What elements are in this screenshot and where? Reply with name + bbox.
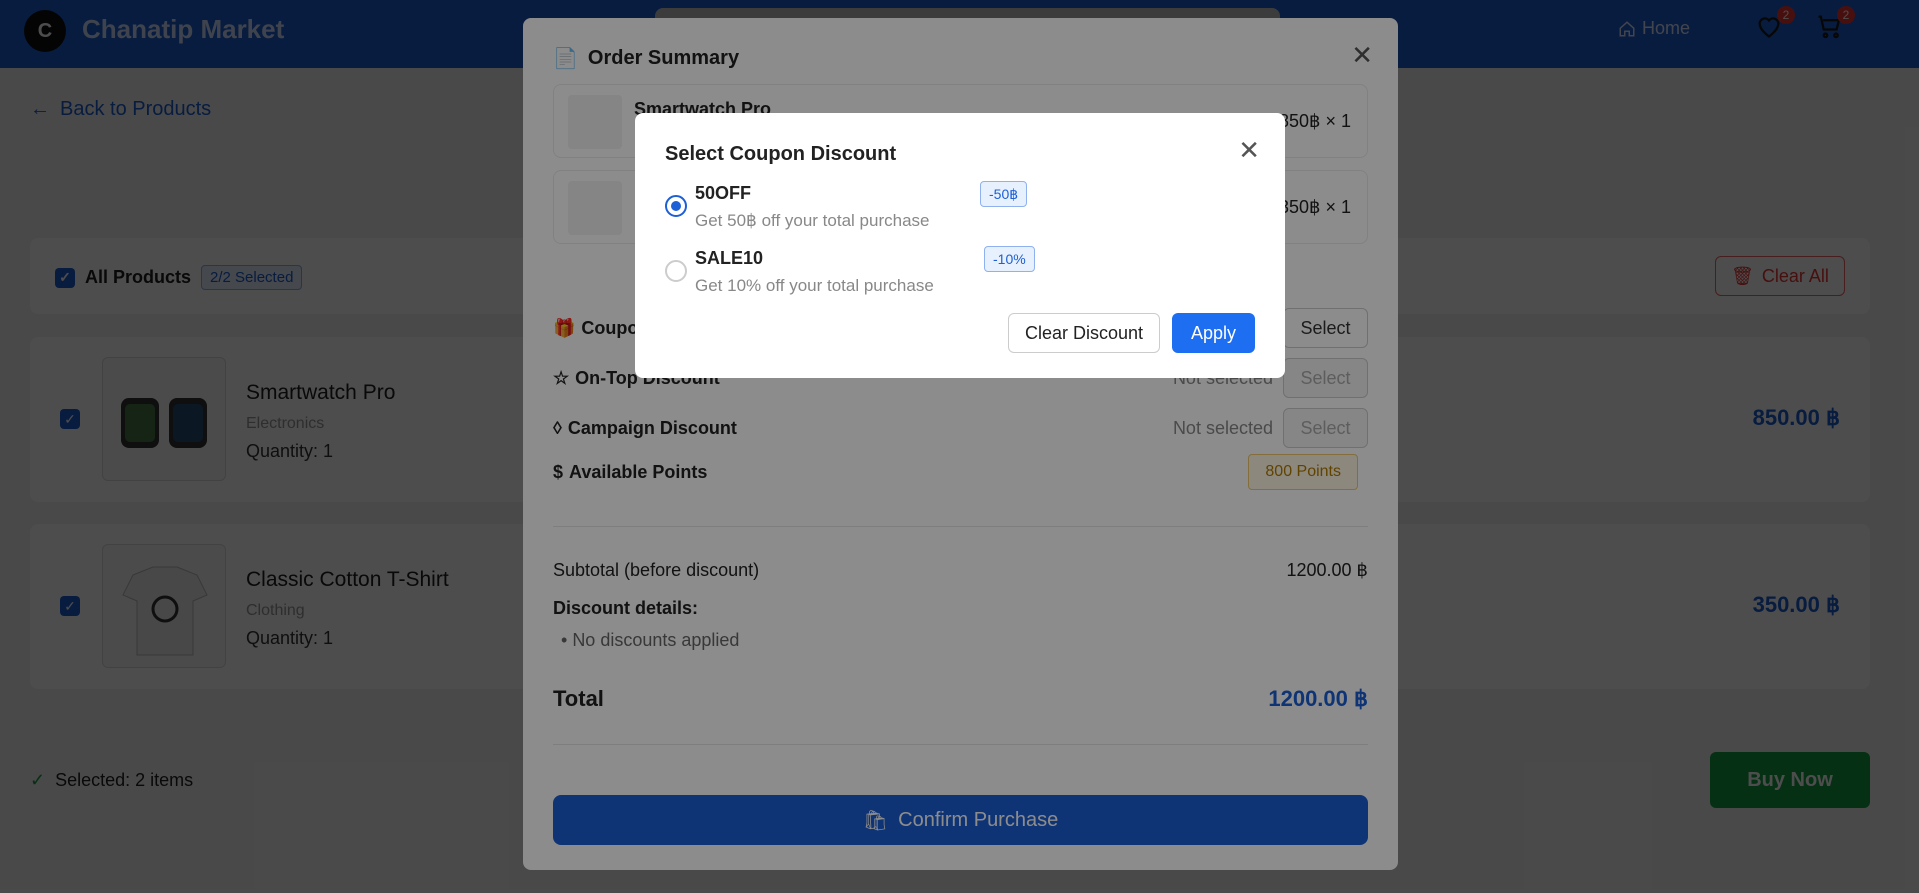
coupon-option[interactable]: SALE10 -10% Get 10% off your total purch… <box>665 246 1265 298</box>
coupon-description: Get 10% off your total purchase <box>695 276 934 295</box>
clear-discount-button[interactable]: Clear Discount <box>1008 313 1160 353</box>
coupon-option[interactable]: 50OFF -50฿ Get 50฿ off your total purcha… <box>665 181 1265 233</box>
coupon-description: Get 50฿ off your total purchase <box>695 211 930 230</box>
apply-button[interactable]: Apply <box>1172 313 1255 353</box>
coupon-modal: Select Coupon Discount ✕ 50OFF -50฿ Get … <box>635 113 1285 378</box>
close-icon[interactable]: ✕ <box>1238 135 1260 166</box>
coupon-code: SALE10 <box>695 248 764 268</box>
coupon-modal-title: Select Coupon Discount <box>665 143 897 165</box>
coupon-radio[interactable] <box>665 260 687 282</box>
coupon-code: 50OFF <box>695 183 752 203</box>
coupon-discount-badge: -50฿ <box>980 181 1028 207</box>
coupon-discount-badge: -10% <box>984 246 1035 272</box>
coupon-radio[interactable] <box>665 195 687 217</box>
